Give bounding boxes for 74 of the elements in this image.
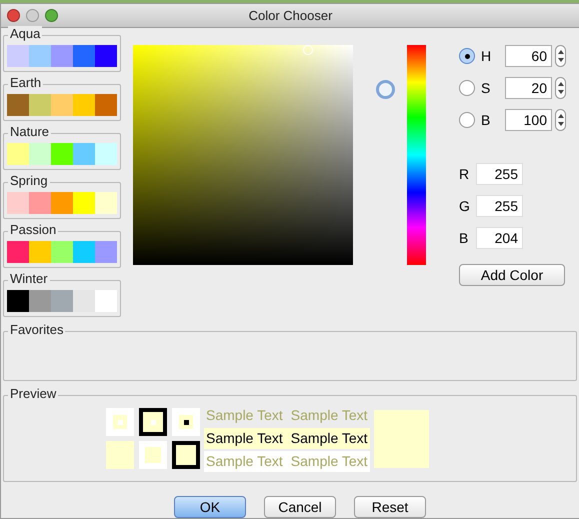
- color-swatch[interactable]: [29, 45, 51, 67]
- sample-text: Sample Text: [206, 429, 283, 448]
- color-swatch[interactable]: [51, 143, 73, 165]
- color-swatch[interactable]: [7, 241, 29, 263]
- color-swatch[interactable]: [7, 192, 29, 214]
- color-swatch[interactable]: [73, 94, 95, 116]
- stepper-icon[interactable]: [555, 45, 566, 67]
- color-swatch[interactable]: [95, 290, 117, 312]
- group-title: Aqua: [8, 26, 42, 42]
- sample-text: Sample Text: [290, 406, 368, 425]
- color-swatch[interactable]: [29, 94, 51, 116]
- field-label: H: [481, 46, 492, 66]
- color-swatch[interactable]: [95, 94, 117, 116]
- color-swatch[interactable]: [29, 192, 51, 214]
- color-swatch[interactable]: [51, 192, 73, 214]
- preview-square: [106, 441, 134, 469]
- zoom-icon[interactable]: [45, 9, 58, 22]
- color-swatch[interactable]: [73, 192, 95, 214]
- color-swatch[interactable]: [29, 241, 51, 263]
- preview-square: [172, 408, 200, 436]
- dialog-button[interactable]: OK: [174, 496, 246, 518]
- sample-text: Sample Text: [290, 429, 368, 448]
- color-swatch[interactable]: [73, 45, 95, 67]
- color-swatch[interactable]: [73, 290, 95, 312]
- dialog-button[interactable]: Reset: [354, 496, 426, 518]
- preview-square: [106, 408, 134, 436]
- radio-button[interactable]: [459, 48, 475, 64]
- picker-marker-icon[interactable]: [303, 45, 313, 55]
- sample-text: Sample Text: [290, 452, 368, 471]
- color-swatch[interactable]: [95, 241, 117, 263]
- number-field[interactable]: 204: [476, 227, 523, 249]
- field-label: B: [481, 110, 492, 130]
- dialog-button[interactable]: Cancel: [264, 496, 336, 518]
- color-swatch[interactable]: [29, 143, 51, 165]
- field-label: B: [459, 228, 470, 248]
- color-swatch[interactable]: [73, 241, 95, 263]
- saturation-brightness-picker[interactable]: [133, 45, 353, 265]
- field-label: G: [459, 196, 471, 216]
- radio-button[interactable]: [459, 80, 475, 96]
- number-field[interactable]: 20: [505, 77, 552, 99]
- color-swatch[interactable]: [7, 45, 29, 67]
- color-swatch[interactable]: [95, 45, 117, 67]
- field-label: R: [459, 164, 470, 184]
- number-field[interactable]: 100: [505, 109, 552, 131]
- color-swatch[interactable]: [95, 143, 117, 165]
- color-swatch[interactable]: [51, 290, 73, 312]
- number-field[interactable]: 60: [505, 45, 552, 67]
- window-title: Color Chooser: [248, 6, 332, 25]
- preview-square: [172, 441, 200, 469]
- color-swatch[interactable]: [29, 290, 51, 312]
- color-swatch[interactable]: [7, 143, 29, 165]
- number-field[interactable]: 255: [476, 195, 523, 217]
- color-swatch[interactable]: [95, 192, 117, 214]
- color-swatch[interactable]: [51, 241, 73, 263]
- add-color-button[interactable]: Add Color: [459, 264, 565, 286]
- stepper-icon[interactable]: [555, 109, 566, 131]
- hue-slider-thumb[interactable]: [376, 80, 395, 99]
- color-swatch[interactable]: [73, 143, 95, 165]
- color-swatch[interactable]: [7, 290, 29, 312]
- number-field[interactable]: 255: [476, 163, 523, 185]
- group-title: Spring: [8, 173, 50, 189]
- field-label: S: [481, 78, 492, 98]
- color-swatch[interactable]: [51, 45, 73, 67]
- color-preview-swatch: [374, 410, 429, 468]
- close-icon[interactable]: [7, 9, 20, 22]
- color-swatch[interactable]: [7, 94, 29, 116]
- sample-text: Sample Text: [206, 406, 283, 425]
- sample-text: Sample Text: [206, 452, 283, 471]
- stepper-icon[interactable]: [555, 77, 566, 99]
- minimize-icon[interactable]: [26, 9, 39, 22]
- preview-square: [139, 441, 167, 469]
- preview-square: [139, 408, 167, 436]
- radio-button[interactable]: [459, 112, 475, 128]
- color-swatch[interactable]: [51, 94, 73, 116]
